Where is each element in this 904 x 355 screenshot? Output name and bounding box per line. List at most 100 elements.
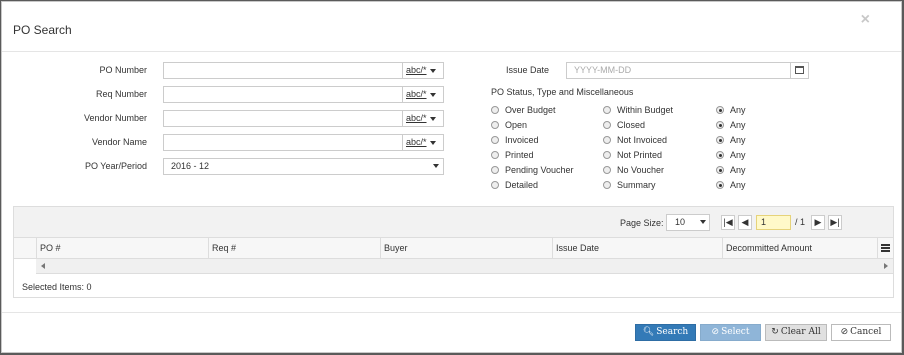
last-page-button[interactable]: ▶| — [828, 215, 842, 230]
refresh-icon: ↻ — [771, 327, 779, 337]
po-number-input[interactable] — [164, 63, 403, 78]
first-page-button[interactable]: |◀ — [721, 215, 735, 230]
selected-items-count: Selected Items: 0 — [22, 282, 92, 292]
vendor-name-field[interactable]: abc/* — [163, 134, 444, 151]
status-radio-option[interactable]: Pending Voucher — [491, 165, 574, 175]
horizontal-scrollbar[interactable] — [36, 259, 893, 274]
page-size-value: 10 — [675, 217, 686, 227]
vendor-number-field[interactable]: abc/* — [163, 110, 444, 127]
next-page-button[interactable]: ▶ — [811, 215, 825, 230]
status-radio-option[interactable]: Any — [716, 105, 746, 115]
req-number-mode-dropdown[interactable]: abc/* — [403, 87, 443, 102]
radio-label: Any — [730, 135, 746, 145]
grid-toolbar: Page Size: 10 |◀ ◀ 1 / 1 ▶ ▶| — [14, 207, 893, 238]
req-number-label: Req Number — [95, 89, 147, 99]
radio-button[interactable] — [491, 166, 499, 174]
last-page-icon: ▶| — [830, 217, 840, 227]
radio-label: Any — [730, 105, 746, 115]
cancel-button[interactable]: ⊘ Cancel — [831, 324, 891, 341]
select-label: Select — [721, 327, 750, 337]
column-header-po[interactable]: PO # — [36, 238, 208, 259]
cancel-label: Cancel — [850, 327, 882, 337]
radio-button[interactable] — [491, 106, 499, 114]
po-year-period-select[interactable]: 2016 - 12 — [163, 158, 444, 175]
search-icon: 🔍︎ — [642, 327, 655, 337]
select-button[interactable]: ⊘ Select — [700, 324, 761, 341]
results-grid: Page Size: 10 |◀ ◀ 1 / 1 ▶ ▶| PO # Req #… — [13, 206, 894, 298]
status-radio-option[interactable]: Detailed — [491, 180, 538, 190]
calendar-icon — [795, 66, 804, 74]
req-number-field[interactable]: abc/* — [163, 86, 444, 103]
first-page-icon: |◀ — [723, 217, 733, 227]
calendar-button[interactable] — [790, 63, 808, 78]
vendor-number-mode-dropdown[interactable]: abc/* — [403, 111, 443, 126]
status-radio-option[interactable]: Any — [716, 120, 746, 130]
status-radio-option[interactable]: Closed — [603, 120, 645, 130]
req-number-input[interactable] — [164, 87, 403, 102]
chevron-down-icon — [429, 140, 436, 145]
radio-button[interactable] — [603, 136, 611, 144]
ban-icon: ⊘ — [840, 327, 849, 337]
radio-button[interactable] — [491, 121, 499, 129]
radio-label: Invoiced — [505, 135, 539, 145]
po-year-period-label: PO Year/Period — [84, 161, 147, 171]
search-button[interactable]: 🔍︎ Search — [635, 324, 696, 341]
radio-button[interactable] — [491, 151, 499, 159]
issue-date-label: Issue Date — [505, 65, 549, 75]
radio-button[interactable] — [491, 136, 499, 144]
clear-all-label: Clear All — [780, 327, 821, 337]
page-input[interactable]: 1 — [756, 215, 791, 230]
column-header-issue-date[interactable]: Issue Date — [552, 238, 722, 259]
po-search-dialog: PO Search × PO Number abc/* Req Number a… — [1, 1, 902, 353]
radio-button[interactable] — [716, 106, 724, 114]
status-radio-option[interactable]: Over Budget — [491, 105, 556, 115]
status-radio-option[interactable]: Not Invoiced — [603, 135, 667, 145]
issue-date-field[interactable]: YYYY-MM-DD — [566, 62, 809, 79]
radio-button[interactable] — [491, 181, 499, 189]
vendor-number-input[interactable] — [164, 111, 403, 126]
radio-button[interactable] — [716, 166, 724, 174]
radio-button[interactable] — [603, 106, 611, 114]
radio-label: Any — [730, 165, 746, 175]
radio-button[interactable] — [716, 181, 724, 189]
clear-all-button[interactable]: ↻ Clear All — [765, 324, 827, 341]
close-icon[interactable]: × — [861, 11, 870, 29]
radio-label: Summary — [617, 180, 656, 190]
radio-label: Any — [730, 120, 746, 130]
vendor-name-input[interactable] — [164, 135, 403, 150]
status-radio-option[interactable]: Within Budget — [603, 105, 673, 115]
status-radio-option[interactable]: Invoiced — [491, 135, 539, 145]
column-header-buyer[interactable]: Buyer — [380, 238, 552, 259]
issue-date-placeholder: YYYY-MM-DD — [574, 65, 632, 75]
radio-button[interactable] — [603, 181, 611, 189]
radio-button[interactable] — [716, 121, 724, 129]
radio-button[interactable] — [716, 136, 724, 144]
radio-button[interactable] — [603, 166, 611, 174]
po-number-field[interactable]: abc/* — [163, 62, 444, 79]
radio-button[interactable] — [716, 151, 724, 159]
status-radio-option[interactable]: No Voucher — [603, 165, 664, 175]
page-size-select[interactable]: 10 — [666, 214, 710, 231]
search-label: Search — [656, 327, 689, 337]
radio-button[interactable] — [603, 121, 611, 129]
radio-label: Any — [730, 150, 746, 160]
column-header-decommitted-amount[interactable]: Decommitted Amount — [722, 238, 877, 259]
status-radio-option[interactable]: Any — [716, 180, 746, 190]
status-radio-option[interactable]: Any — [716, 165, 746, 175]
status-radio-option[interactable]: Open — [491, 120, 527, 130]
radio-label: Pending Voucher — [505, 165, 574, 175]
radio-button[interactable] — [603, 151, 611, 159]
status-radio-option[interactable]: Any — [716, 150, 746, 160]
dialog-footer — [2, 312, 901, 313]
status-radio-option[interactable]: Any — [716, 135, 746, 145]
status-radio-option[interactable]: Not Printed — [603, 150, 662, 160]
vendor-name-mode-dropdown[interactable]: abc/* — [403, 135, 443, 150]
status-radio-option[interactable]: Printed — [491, 150, 534, 160]
column-header-req[interactable]: Req # — [208, 238, 380, 259]
prev-page-button[interactable]: ◀ — [738, 215, 752, 230]
scroll-left-icon[interactable] — [41, 263, 45, 269]
next-page-icon: ▶ — [814, 217, 822, 227]
status-radio-option[interactable]: Summary — [603, 180, 656, 190]
scroll-right-icon[interactable] — [884, 263, 888, 269]
column-menu-button[interactable] — [877, 238, 895, 259]
